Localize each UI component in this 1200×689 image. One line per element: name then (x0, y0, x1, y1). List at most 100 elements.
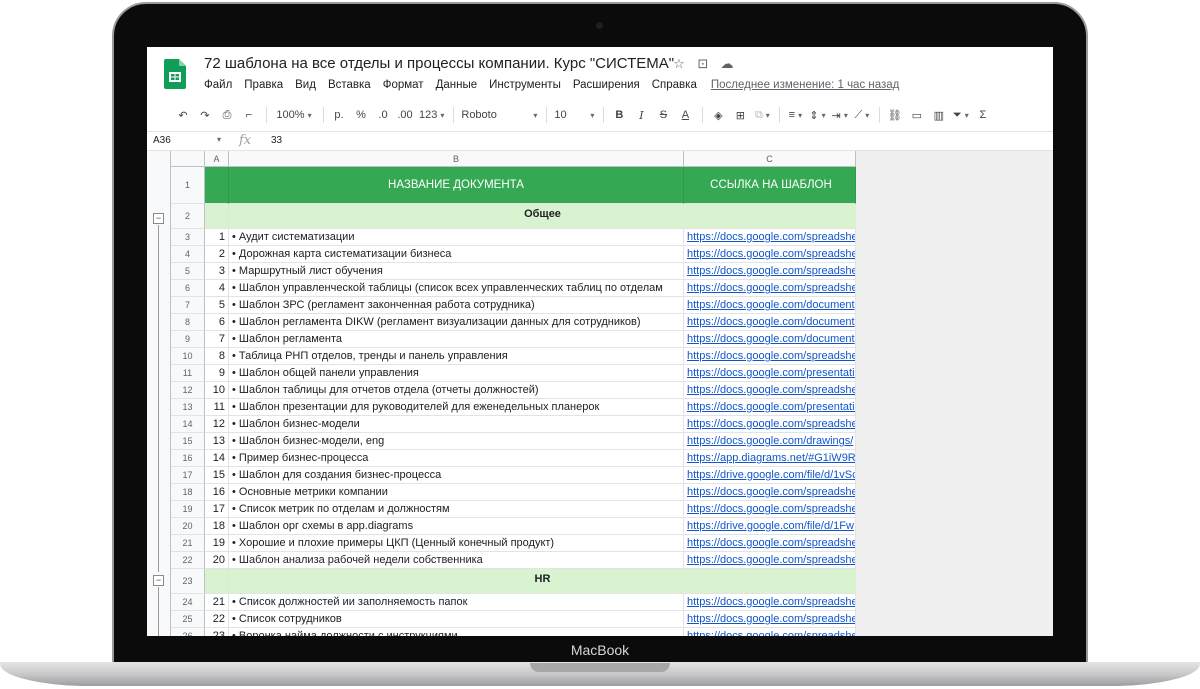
row-number[interactable]: 13 (171, 399, 205, 416)
template-link[interactable]: https://docs.google.com/spreadsheets (687, 630, 855, 636)
template-link[interactable]: https://docs.google.com/spreadsheets (687, 282, 855, 294)
item-number-cell[interactable]: 1 (205, 229, 229, 246)
row-number[interactable]: 10 (171, 348, 205, 365)
document-name-cell[interactable]: • Шаблон управленческой таблицы (список … (229, 280, 684, 297)
italic-button[interactable]: I (631, 104, 651, 126)
document-name-cell[interactable]: • Хорошие и плохие примеры ЦКП (Ценный к… (229, 535, 684, 552)
template-link[interactable]: https://drive.google.com/file/d/1vSc (687, 469, 855, 481)
undo-icon[interactable]: ↶ (173, 104, 193, 126)
template-link[interactable]: https://app.diagrams.net/#G1iW9R9 (687, 452, 855, 464)
text-color-button[interactable]: A (675, 104, 695, 126)
template-link-cell[interactable]: https://docs.google.com/spreadsheets (684, 382, 856, 399)
row-number[interactable]: 17 (171, 467, 205, 484)
decrease-decimal-button[interactable]: .0 (373, 104, 393, 126)
template-link[interactable]: https://docs.google.com/spreadsheets (687, 554, 855, 566)
document-name-cell[interactable]: • Дорожная карта систематизации бизнеса (229, 246, 684, 263)
template-link-cell[interactable]: https://docs.google.com/spreadsheets (684, 348, 856, 365)
row-number[interactable]: 20 (171, 518, 205, 535)
template-link[interactable]: https://docs.google.com/spreadsheets (687, 596, 855, 608)
row-number[interactable]: 3 (171, 229, 205, 246)
template-link[interactable]: https://docs.google.com/spreadsheets (687, 613, 855, 625)
insert-link-icon[interactable]: ⛓ (885, 104, 905, 126)
item-number-cell[interactable]: 16 (205, 484, 229, 501)
header-cell-a[interactable] (205, 167, 229, 204)
template-link[interactable]: https://docs.google.com/document (687, 299, 855, 311)
template-link-cell[interactable]: https://docs.google.com/document (684, 314, 856, 331)
functions-icon[interactable]: Σ (973, 104, 993, 126)
row-number[interactable]: 7 (171, 297, 205, 314)
template-link[interactable]: https://docs.google.com/spreadsheets (687, 248, 855, 260)
document-name-cell[interactable]: • Основные метрики компании (229, 484, 684, 501)
row-number[interactable]: 18 (171, 484, 205, 501)
item-number-cell[interactable]: 6 (205, 314, 229, 331)
currency-format-button[interactable]: р. (329, 104, 349, 126)
template-link-cell[interactable]: https://docs.google.com/spreadsheets (684, 280, 856, 297)
document-name-cell[interactable]: • Список должностей ии заполняемость пап… (229, 594, 684, 611)
increase-decimal-button[interactable]: .00 (395, 104, 415, 126)
document-name-cell[interactable]: • Шаблон для создания бизнес-процесса (229, 467, 684, 484)
menu-help[interactable]: Справка (652, 79, 697, 91)
row-number[interactable]: 5 (171, 263, 205, 280)
name-box-dropdown-icon[interactable]: ▾ (217, 135, 221, 144)
template-link-cell[interactable]: https://app.diagrams.net/#G1iW9R9 (684, 450, 856, 467)
document-name-cell[interactable]: • Шаблон анализа рабочей недели собствен… (229, 552, 684, 569)
document-name-cell[interactable]: • Шаблон орг схемы в app.diagrams (229, 518, 684, 535)
template-link-cell[interactable]: https://docs.google.com/spreadsheets (684, 263, 856, 280)
template-link-cell[interactable]: https://docs.google.com/presentation (684, 365, 856, 382)
row-number[interactable]: 19 (171, 501, 205, 518)
template-link-cell[interactable]: https://drive.google.com/file/d/1Fw (684, 518, 856, 535)
item-number-cell[interactable]: 15 (205, 467, 229, 484)
column-header-b[interactable]: B (229, 151, 684, 167)
template-link-cell[interactable]: https://docs.google.com/drawings/ (684, 433, 856, 450)
header-cell-link[interactable]: ССЫЛКА НА ШАБЛОН (684, 167, 856, 204)
font-size-select[interactable]: 10 (552, 104, 596, 126)
zoom-select[interactable]: 100% (272, 104, 316, 126)
menu-extensions[interactable]: Расширения (573, 79, 640, 91)
section-cell-a[interactable] (205, 569, 229, 594)
collapse-group-icon[interactable]: − (153, 213, 164, 224)
insert-chart-icon[interactable]: ▥ (929, 104, 949, 126)
template-link[interactable]: https://docs.google.com/spreadsheets (687, 486, 855, 498)
section-cell-a[interactable] (205, 204, 229, 229)
item-number-cell[interactable]: 10 (205, 382, 229, 399)
row-number[interactable]: 2 (171, 204, 205, 229)
menu-file[interactable]: Файл (204, 79, 232, 91)
row-number[interactable]: 22 (171, 552, 205, 569)
document-name-cell[interactable]: • Таблица РНП отделов, тренды и панель у… (229, 348, 684, 365)
template-link-cell[interactable]: https://docs.google.com/spreadsheets (684, 484, 856, 501)
template-link[interactable]: https://docs.google.com/spreadsheets (687, 503, 855, 515)
borders-icon[interactable]: ⊞ (730, 104, 750, 126)
item-number-cell[interactable]: 18 (205, 518, 229, 535)
percent-format-button[interactable]: % (351, 104, 371, 126)
menu-data[interactable]: Данные (436, 79, 478, 91)
row-number[interactable]: 16 (171, 450, 205, 467)
column-header-c[interactable]: C (684, 151, 856, 167)
template-link-cell[interactable]: https://docs.google.com/spreadsheets (684, 552, 856, 569)
text-wrap-icon[interactable]: ⇥ (830, 104, 850, 126)
select-all-corner[interactable] (171, 151, 205, 167)
template-link-cell[interactable]: https://docs.google.com/document (684, 297, 856, 314)
menu-view[interactable]: Вид (295, 79, 316, 91)
document-name-cell[interactable]: • Список метрик по отделам и должностям (229, 501, 684, 518)
cloud-status-icon[interactable]: ☁ (719, 56, 735, 72)
document-name-cell[interactable]: • Шаблон презентации для руководителей д… (229, 399, 684, 416)
insert-comment-icon[interactable]: ▭ (907, 104, 927, 126)
row-number[interactable]: 8 (171, 314, 205, 331)
template-link[interactable]: https://docs.google.com/spreadsheets (687, 384, 855, 396)
document-name-cell[interactable]: • Шаблон регламента DIKW (регламент визу… (229, 314, 684, 331)
document-name-cell[interactable]: • Маршрутный лист обучения (229, 263, 684, 280)
print-icon[interactable]: ⎙ (217, 104, 237, 126)
name-box[interactable]: A36 (153, 135, 171, 146)
template-link-cell[interactable]: https://docs.google.com/spreadsheets (684, 611, 856, 628)
item-number-cell[interactable]: 8 (205, 348, 229, 365)
item-number-cell[interactable]: 17 (205, 501, 229, 518)
item-number-cell[interactable]: 13 (205, 433, 229, 450)
document-name-cell[interactable]: • Список сотрудников (229, 611, 684, 628)
row-number[interactable]: 21 (171, 535, 205, 552)
template-link-cell[interactable]: https://docs.google.com/spreadsheets (684, 229, 856, 246)
document-name-cell[interactable]: • Шаблон общей панели управления (229, 365, 684, 382)
row-number[interactable]: 4 (171, 246, 205, 263)
collapse-group-icon[interactable]: − (153, 575, 164, 586)
item-number-cell[interactable]: 20 (205, 552, 229, 569)
template-link-cell[interactable]: https://docs.google.com/presentation (684, 399, 856, 416)
